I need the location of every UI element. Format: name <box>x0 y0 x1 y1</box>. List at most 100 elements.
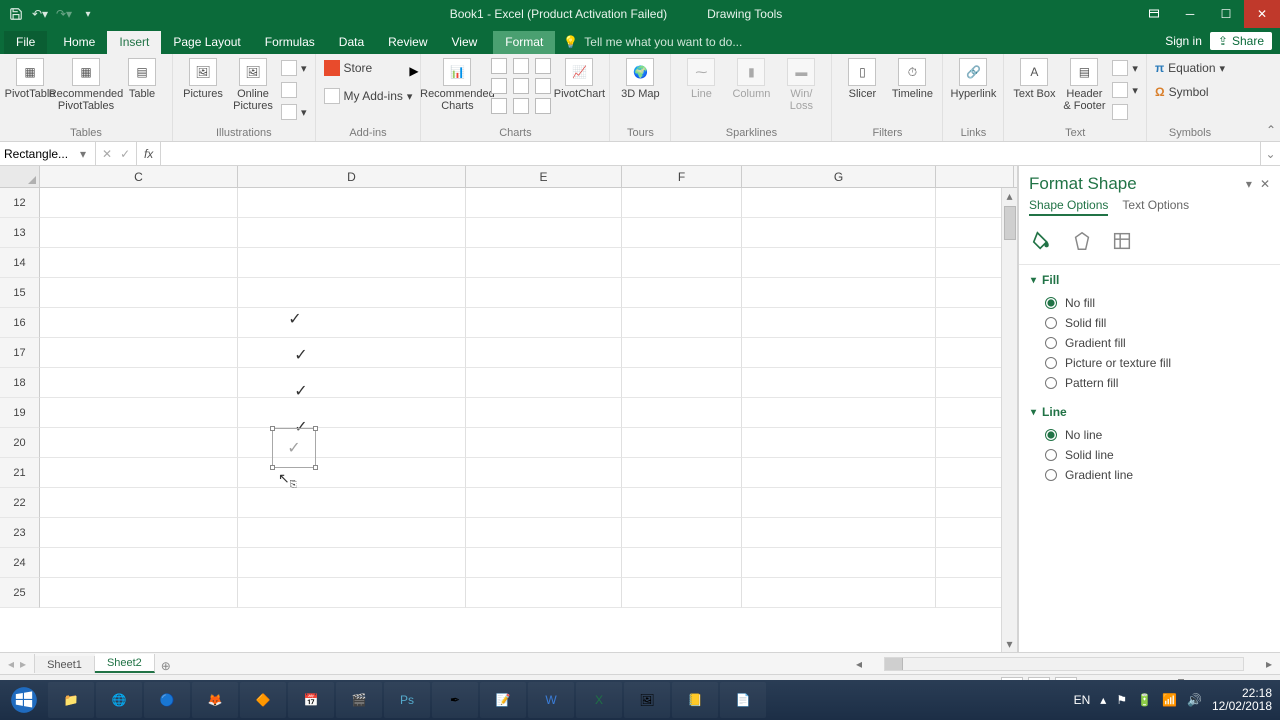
cell[interactable] <box>622 548 742 578</box>
cell[interactable] <box>466 308 622 338</box>
taskbar-photoshop-icon[interactable]: Ps <box>384 682 430 718</box>
vertical-scrollbar[interactable]: ▴ ▾ <box>1001 188 1017 652</box>
resize-handle[interactable] <box>313 465 318 470</box>
save-icon[interactable] <box>8 6 24 22</box>
store-button[interactable]: Store <box>324 58 413 78</box>
horizontal-scrollbar[interactable] <box>884 657 1244 671</box>
row-header[interactable]: 15 <box>0 278 40 308</box>
line-section-toggle[interactable]: ▾Line <box>1031 405 1268 419</box>
cell[interactable] <box>40 458 238 488</box>
fill-section-toggle[interactable]: ▾Fill <box>1031 273 1268 287</box>
no-line-radio[interactable]: No line <box>1031 425 1268 445</box>
cell[interactable] <box>466 548 622 578</box>
tab-view[interactable]: View <box>440 31 490 54</box>
cell[interactable] <box>238 338 466 368</box>
cell[interactable] <box>742 578 936 608</box>
cell[interactable] <box>40 188 238 218</box>
row-header[interactable]: 16 <box>0 308 40 338</box>
cell[interactable] <box>622 428 742 458</box>
cancel-formula-icon[interactable]: ✕ <box>102 147 112 161</box>
hierarchy-chart-icon[interactable] <box>513 58 529 74</box>
cell[interactable] <box>238 398 466 428</box>
cell[interactable] <box>622 518 742 548</box>
cell[interactable] <box>742 338 936 368</box>
table-button[interactable]: ▤Table <box>120 58 164 100</box>
header-footer-button[interactable]: ▤Header & Footer <box>1062 58 1106 112</box>
gradient-fill-radio[interactable]: Gradient fill <box>1031 333 1268 353</box>
cell[interactable] <box>40 548 238 578</box>
selected-shape[interactable]: ✓ <box>272 428 316 468</box>
cell[interactable] <box>466 188 622 218</box>
cell[interactable] <box>40 338 238 368</box>
fill-line-tab-icon[interactable] <box>1029 228 1055 254</box>
tell-me-search[interactable]: 💡 Tell me what you want to do... <box>555 35 750 54</box>
text-options-tab[interactable]: Text Options <box>1122 198 1189 216</box>
row-header[interactable]: 24 <box>0 548 40 578</box>
cell[interactable] <box>466 278 622 308</box>
taskbar-movie-icon[interactable]: 🎬 <box>336 682 382 718</box>
cell[interactable] <box>466 248 622 278</box>
cell[interactable] <box>238 368 466 398</box>
symbol-button[interactable]: Ω Symbol <box>1155 82 1225 102</box>
combo-chart-icon[interactable] <box>535 78 551 94</box>
name-box-dropdown-icon[interactable]: ▾ <box>80 147 86 161</box>
timeline-button[interactable]: ⏱Timeline <box>890 58 934 100</box>
row-header[interactable]: 22 <box>0 488 40 518</box>
resize-handle[interactable] <box>270 465 275 470</box>
tab-insert[interactable]: Insert <box>107 31 161 54</box>
cell[interactable] <box>238 518 466 548</box>
cell[interactable] <box>742 488 936 518</box>
shape-checkmark[interactable]: ✓ <box>286 310 304 328</box>
pivottable-button[interactable]: ▦PivotTable <box>8 58 52 100</box>
tray-action-center-icon[interactable]: ⚑ <box>1116 693 1127 707</box>
taskbar-notepad-icon[interactable]: 📝 <box>480 682 526 718</box>
tray-chevron-icon[interactable]: ▴ <box>1100 693 1106 707</box>
tray-volume-icon[interactable]: 🔊 <box>1187 693 1202 707</box>
cell[interactable] <box>622 248 742 278</box>
cell[interactable] <box>40 308 238 338</box>
worksheet-grid[interactable]: CDEFG 1213141516171819202122232425 ✓ ✓ ✓… <box>0 166 1018 652</box>
cell[interactable] <box>622 368 742 398</box>
row-header[interactable]: 23 <box>0 518 40 548</box>
pivotchart-button[interactable]: 📈PivotChart <box>557 58 601 100</box>
maximize-button[interactable]: ☐ <box>1208 0 1244 28</box>
taskbar-misc-icon[interactable]: 📄 <box>720 682 766 718</box>
cell[interactable] <box>238 578 466 608</box>
surface-chart-icon[interactable] <box>535 98 551 114</box>
tab-formulas[interactable]: Formulas <box>253 31 327 54</box>
cell[interactable] <box>622 218 742 248</box>
row-header[interactable]: 21 <box>0 458 40 488</box>
cell[interactable] <box>40 488 238 518</box>
scroll-thumb[interactable] <box>1004 206 1016 240</box>
fx-label[interactable]: fx <box>137 142 161 165</box>
scroll-down-icon[interactable]: ▾ <box>1002 636 1017 652</box>
cell[interactable] <box>742 248 936 278</box>
new-sheet-button[interactable]: ⊕ <box>155 659 177 673</box>
cell[interactable] <box>622 458 742 488</box>
3d-map-button[interactable]: 🌍3D Map <box>618 58 662 100</box>
solid-line-radio[interactable]: Solid line <box>1031 445 1268 465</box>
taskbar-photos-icon[interactable]: 🖼 <box>624 682 670 718</box>
column-header[interactable]: G <box>742 166 936 187</box>
sheet-nav-prev-icon[interactable]: ◂ <box>8 657 14 671</box>
hyperlink-button[interactable]: 🔗Hyperlink <box>951 58 995 100</box>
cell[interactable] <box>466 398 622 428</box>
solid-fill-radio[interactable]: Solid fill <box>1031 313 1268 333</box>
cell[interactable] <box>466 338 622 368</box>
enter-formula-icon[interactable]: ✓ <box>120 147 130 161</box>
tray-network-icon[interactable]: 📶 <box>1162 693 1177 707</box>
cell[interactable] <box>238 278 466 308</box>
undo-icon[interactable]: ↶▾ <box>32 6 48 22</box>
cell[interactable] <box>742 308 936 338</box>
hscroll-thumb[interactable] <box>885 658 903 670</box>
cell[interactable] <box>238 548 466 578</box>
tab-format[interactable]: Format <box>493 31 555 54</box>
row-header[interactable]: 12 <box>0 188 40 218</box>
cell[interactable] <box>622 188 742 218</box>
cell[interactable] <box>238 188 466 218</box>
minimize-button[interactable]: ─ <box>1172 0 1208 28</box>
cell[interactable] <box>622 578 742 608</box>
no-fill-radio[interactable]: No fill <box>1031 293 1268 313</box>
column-header[interactable]: F <box>622 166 742 187</box>
tray-language[interactable]: EN <box>1074 693 1091 707</box>
